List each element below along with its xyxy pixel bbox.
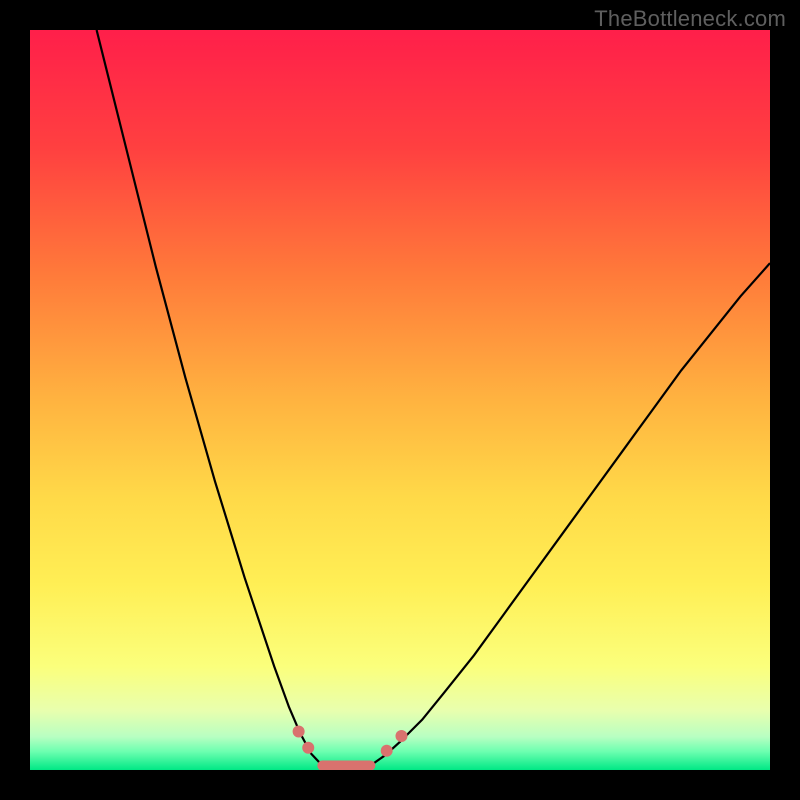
marker-left-dot-1 xyxy=(293,726,305,738)
marker-right-dot-2 xyxy=(395,730,407,742)
watermark-text: TheBottleneck.com xyxy=(594,6,786,32)
marker-left-dot-2 xyxy=(302,742,314,754)
marker-right-dot-1 xyxy=(381,745,393,757)
bottleneck-chart xyxy=(30,30,770,770)
outer-frame: TheBottleneck.com xyxy=(0,0,800,800)
